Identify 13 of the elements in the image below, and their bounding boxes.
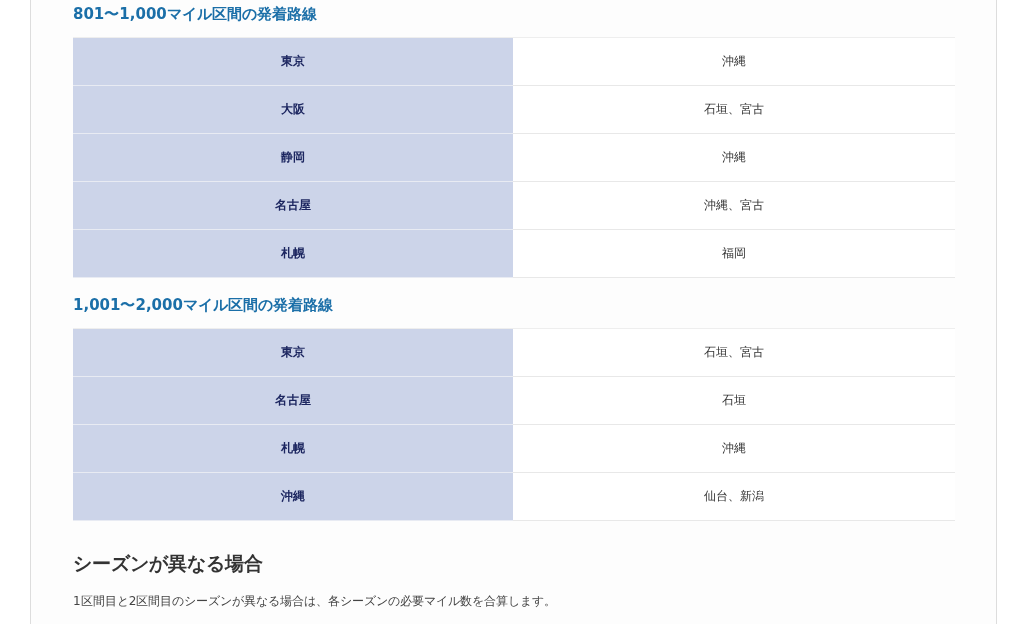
origin-cell: 名古屋 (73, 182, 513, 230)
section-heading: 1,001〜2,000マイル区間の発着路線 (73, 295, 334, 315)
origin-cell: 沖縄 (73, 473, 513, 521)
origin-cell: 名古屋 (73, 377, 513, 425)
paragraph: 1区間目と2区間目のシーズンが異なる場合は、各シーズンの必要マイル数を合算します。 (73, 593, 558, 610)
origin-cell: 大阪 (73, 86, 513, 134)
origin-cell: 静岡 (73, 134, 513, 182)
origin-cell: 札幌 (73, 230, 513, 278)
section-heading: 801〜1,000マイル区間の発着路線 (73, 4, 318, 24)
origin-cell: 札幌 (73, 425, 513, 473)
origin-cell: 東京 (73, 329, 513, 377)
section-heading: シーズンが異なる場合 (73, 551, 264, 575)
origin-cell: 東京 (73, 38, 513, 86)
